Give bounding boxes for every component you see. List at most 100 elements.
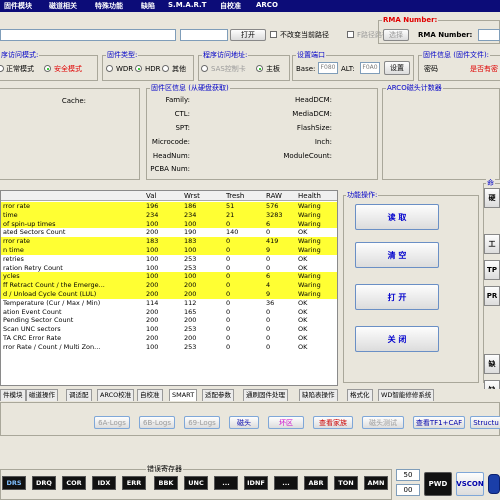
menu-special-functions[interactable]: 特殊功能 [95,1,123,11]
smart-table-row[interactable]: ration Retry Count 100 253 0 0 OK [1,264,337,273]
tab-adaptation[interactable]: 调适配 [66,389,92,401]
smart-cell-health: OK [298,228,308,237]
smart-cell-tresh: 0 [226,316,231,325]
smart-cell-wrst: 200 [184,316,197,325]
menu-smart[interactable]: S.M.A.R.T [168,1,207,9]
smart-table-row[interactable]: TA CRC Error Rate 200 200 0 0 OK [1,334,337,343]
f-path-checkbox[interactable] [347,31,354,38]
smart-cell-tresh: 0 [226,342,231,351]
smart-table-row[interactable]: ycles 100 100 0 6 Waring [1,272,337,282]
smart-cell-val: 200 [146,228,159,237]
col-tresh: Tresh [226,192,245,200]
wdr-radio[interactable] [106,65,113,72]
mainboard-label: 主板 [266,65,280,73]
smart-cell-health: Waring [298,237,321,246]
print-button[interactable]: 打 开 [355,284,439,310]
smart-cell-name: n time [3,246,24,254]
error-bit-unc: UNC [184,476,208,490]
password-label: 密码 [424,65,438,73]
smart-table-row[interactable]: rror Rate / Count / Multi Zon... 100 253 0 0… [1,342,337,352]
command-panel-title: 命 [486,179,495,187]
mainboard-radio[interactable] [256,65,263,72]
path-input-secondary[interactable] [180,29,228,41]
tab-track-operations[interactable]: 磁道操作 [26,389,58,401]
tab-flash-firmware[interactable]: 通刷固件处理 [243,389,288,401]
smart-cell-name: ation Event Count [3,307,62,316]
path-input[interactable] [0,29,176,41]
command-button-1[interactable]: 硬 [484,188,500,208]
smart-table-row[interactable]: time 234 234 21 3283 Waring [1,210,337,220]
smart-table-row[interactable]: Temperature (Cur / Max / Min) 114 112 0 36 OK [1,298,337,308]
pwd-button[interactable]: PWD [424,472,452,496]
read-button[interactable]: 读 取 [355,204,439,230]
smart-table-row[interactable]: rror rate 183 183 0 419 Waring [1,237,337,246]
smart-table-row[interactable]: Scan UNC sectors 100 253 0 0 OK [1,325,337,334]
tab-self-calibration[interactable]: 自校准 [137,389,163,401]
smart-table-row[interactable]: ated Sectors Count 200 190 140 0 OK [1,228,337,237]
set-port-button[interactable]: 设置 [384,61,410,75]
smart-cell-wrst: 100 [184,246,197,254]
rma-number-input[interactable] [478,29,500,41]
smart-table-row[interactable]: ation Event Count 200 165 0 0 OK [1,307,337,317]
log-6a-button[interactable]: 6A-Logs [94,416,130,429]
smart-table-row[interactable]: retries 100 253 0 0 OK [1,254,337,264]
tab-smart[interactable]: SMART [169,389,198,401]
tab-format[interactable]: 格式化 [347,389,373,401]
smart-cell-tresh: 0 [226,334,231,342]
normal-mode-label: 正常模式 [6,65,34,73]
menu-firmware-module[interactable]: 固件模块 [4,1,32,11]
other-radio[interactable] [162,65,169,72]
smart-cell-wrst: 200 [184,290,197,298]
view-tf-button[interactable]: 查看TF1+CAF [413,416,465,429]
head-button[interactable]: 磁头 [229,416,259,429]
structure-button[interactable]: Structu [470,416,500,429]
clear-button[interactable]: 清 空 [355,242,439,268]
close-button[interactable]: 关 闭 [355,326,439,352]
smart-table-row[interactable]: d / Unload Cycle Count (LUL) 200 200 0 9 Wari… [1,290,337,299]
command-button-5[interactable]: 缺 [484,354,500,374]
no-change-path-checkbox[interactable] [270,31,277,38]
status-bit-err: ERR [122,476,146,490]
head-test-button[interactable]: 磁头测试 [362,416,404,429]
menu-track-related[interactable]: 磁道相关 [49,1,77,11]
base-input[interactable]: F080 [318,62,338,74]
tab-defect-table[interactable]: 缺陷表操作 [299,389,338,401]
rma-number-field-label: RMA Number: [418,31,473,39]
hdr-radio[interactable] [135,65,142,72]
menu-arco[interactable]: ARCO [256,1,278,9]
tab-adaptive-params[interactable]: 适配参数 [202,389,234,401]
tab-arco-calibration[interactable]: ARCO校准 [97,389,135,401]
smart-cell-wrst: 200 [184,281,197,290]
tab-wd-repair-system[interactable]: WD智能修修系统 [378,389,435,401]
log-6b-button[interactable]: 6B-Logs [139,416,175,429]
flash-size-label: FlashSize: [296,124,332,132]
smart-table-row[interactable]: n time 100 100 0 9 Waring [1,246,337,255]
command-button-2[interactable]: 工 [484,234,500,254]
smart-cell-health: OK [298,254,308,263]
smart-table-row[interactable]: ff Retract Count / the Emerge... 200 200 0 4… [1,281,337,290]
tab-firmware-module[interactable]: 件模块 [0,389,26,401]
safe-mode-radio[interactable] [44,65,51,72]
open-button[interactable]: 打开 [230,29,266,41]
sas-radio[interactable] [201,65,208,72]
smart-table-row[interactable]: of spin-up times 100 100 0 6 Waring [1,219,337,229]
view-family-button[interactable]: 查看家族 [313,416,353,429]
select-button[interactable]: 选择 [383,29,409,41]
smart-cell-health: Waring [298,219,321,228]
log-69-button[interactable]: 69-Logs [184,416,220,429]
smart-table-row[interactable]: Pending Sector Count 200 200 0 0 OK [1,316,337,325]
menu-self-calibration[interactable]: 自校准 [220,1,241,11]
smart-cell-val: 100 [146,325,159,334]
smart-cell-name: time [3,210,18,219]
alt-input[interactable]: F0A0 [360,62,380,74]
command-button-3[interactable]: TP [484,260,500,280]
menu-defects[interactable]: 缺陷 [141,1,155,11]
power-indicator-icon [488,474,500,494]
smart-cell-wrst: 112 [184,298,197,307]
smart-table-row[interactable]: rror rate 196 186 51 576 Waring [1,202,337,211]
command-button-4[interactable]: PR [484,286,500,306]
cache-label: Cache: [61,97,86,105]
smart-table[interactable]: Val Wrst Tresh RAW Health rror rate 196 18… [0,190,338,386]
bad-track-button[interactable]: 坏区 [268,416,304,429]
vscon-button[interactable]: VSCON [456,472,484,496]
